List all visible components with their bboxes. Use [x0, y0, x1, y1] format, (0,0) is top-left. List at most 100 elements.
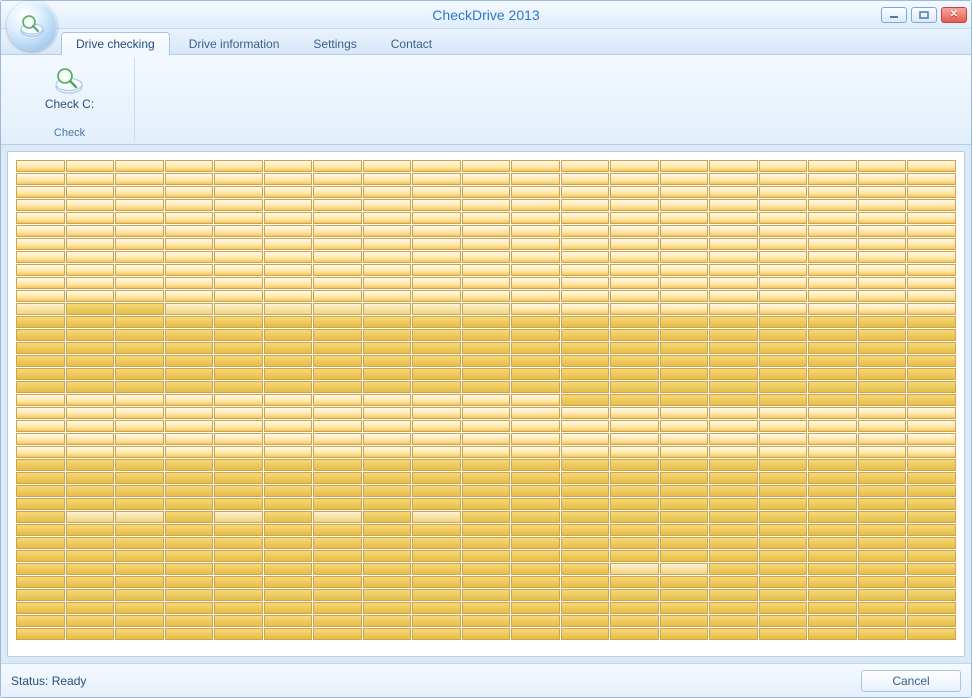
cluster-cell — [907, 355, 956, 367]
cluster-cell — [610, 407, 659, 419]
app-menu-orb[interactable] — [7, 1, 57, 51]
cluster-cell — [264, 498, 313, 510]
cluster-cell — [561, 160, 610, 172]
cluster-cell — [660, 186, 709, 198]
maximize-button[interactable] — [911, 7, 937, 23]
cluster-cell — [660, 550, 709, 562]
cluster-cell — [115, 511, 164, 523]
cluster-cell — [214, 329, 263, 341]
cluster-cell — [16, 459, 65, 471]
cluster-cell — [759, 420, 808, 432]
cluster-cell — [462, 329, 511, 341]
cluster-cell — [907, 381, 956, 393]
cluster-cell — [610, 186, 659, 198]
cluster-cell — [214, 277, 263, 289]
cluster-cell — [462, 238, 511, 250]
tab-contact[interactable]: Contact — [376, 32, 447, 55]
tab-label: Drive checking — [76, 37, 155, 51]
cluster-cell — [907, 290, 956, 302]
cluster-cell — [264, 615, 313, 627]
cluster-cell — [214, 485, 263, 497]
cluster-cell — [165, 342, 214, 354]
cluster-cell — [16, 524, 65, 536]
cluster-cell — [709, 524, 758, 536]
cluster-cell — [66, 511, 115, 523]
check-drive-button[interactable]: Check C: — [37, 63, 102, 113]
cluster-cell — [759, 563, 808, 575]
cluster-cell — [313, 524, 362, 536]
cluster-cell — [313, 238, 362, 250]
cluster-cell — [907, 589, 956, 601]
cluster-cell — [165, 277, 214, 289]
cluster-cell — [660, 446, 709, 458]
cluster-cell — [759, 381, 808, 393]
cluster-cell — [214, 420, 263, 432]
cluster-cell — [808, 459, 857, 471]
cluster-cell — [462, 602, 511, 614]
cluster-grid — [16, 160, 956, 648]
cancel-button[interactable]: Cancel — [861, 670, 961, 692]
cluster-cell — [313, 420, 362, 432]
cluster-cell — [808, 394, 857, 406]
cluster-cell — [264, 173, 313, 185]
cluster-cell — [16, 472, 65, 484]
cluster-cell — [660, 290, 709, 302]
ribbon-group-label: Check — [5, 124, 134, 142]
cluster-cell — [858, 459, 907, 471]
app-title: CheckDrive 2013 — [432, 7, 539, 23]
cluster-cell — [363, 212, 412, 224]
cluster-cell — [462, 511, 511, 523]
cluster-cell — [16, 407, 65, 419]
cluster-cell — [858, 290, 907, 302]
cluster-cell — [462, 381, 511, 393]
cluster-cell — [759, 251, 808, 263]
cluster-cell — [313, 173, 362, 185]
tab-drive-checking[interactable]: Drive checking — [61, 32, 170, 55]
cluster-cell — [561, 329, 610, 341]
cluster-cell — [66, 290, 115, 302]
cluster-cell — [660, 394, 709, 406]
cluster-cell — [165, 511, 214, 523]
tab-settings[interactable]: Settings — [298, 32, 371, 55]
cluster-cell — [610, 550, 659, 562]
cluster-cell — [858, 537, 907, 549]
minimize-button[interactable] — [881, 7, 907, 23]
cluster-cell — [907, 238, 956, 250]
cluster-cell — [759, 589, 808, 601]
cluster-cell — [264, 459, 313, 471]
close-button[interactable]: ✕ — [941, 7, 967, 23]
cluster-cell — [214, 368, 263, 380]
cluster-cell — [165, 199, 214, 211]
cluster-cell — [462, 446, 511, 458]
cluster-cell — [709, 537, 758, 549]
cluster-cell — [313, 212, 362, 224]
cluster-cell — [16, 433, 65, 445]
cluster-cell — [858, 355, 907, 367]
cluster-cell — [709, 511, 758, 523]
cluster-cell — [412, 589, 461, 601]
cluster-cell — [561, 628, 610, 640]
cluster-cell — [462, 576, 511, 588]
cluster-cell — [907, 160, 956, 172]
tab-drive-information[interactable]: Drive information — [174, 32, 295, 55]
cluster-cell — [511, 420, 560, 432]
cluster-cell — [313, 316, 362, 328]
cluster-cell — [907, 537, 956, 549]
cluster-cell — [660, 537, 709, 549]
cluster-cell — [561, 498, 610, 510]
cluster-cell — [858, 407, 907, 419]
cluster-cell — [610, 628, 659, 640]
cluster-cell — [115, 420, 164, 432]
cluster-cell — [363, 563, 412, 575]
cluster-cell — [313, 615, 362, 627]
cluster-cell — [561, 446, 610, 458]
cluster-cell — [610, 472, 659, 484]
cluster-cell — [808, 589, 857, 601]
cluster-cell — [16, 225, 65, 237]
cluster-cell — [858, 173, 907, 185]
cluster-cell — [16, 342, 65, 354]
cluster-cell — [462, 420, 511, 432]
cluster-cell — [412, 342, 461, 354]
cluster-cell — [511, 199, 560, 211]
cluster-cell — [709, 485, 758, 497]
